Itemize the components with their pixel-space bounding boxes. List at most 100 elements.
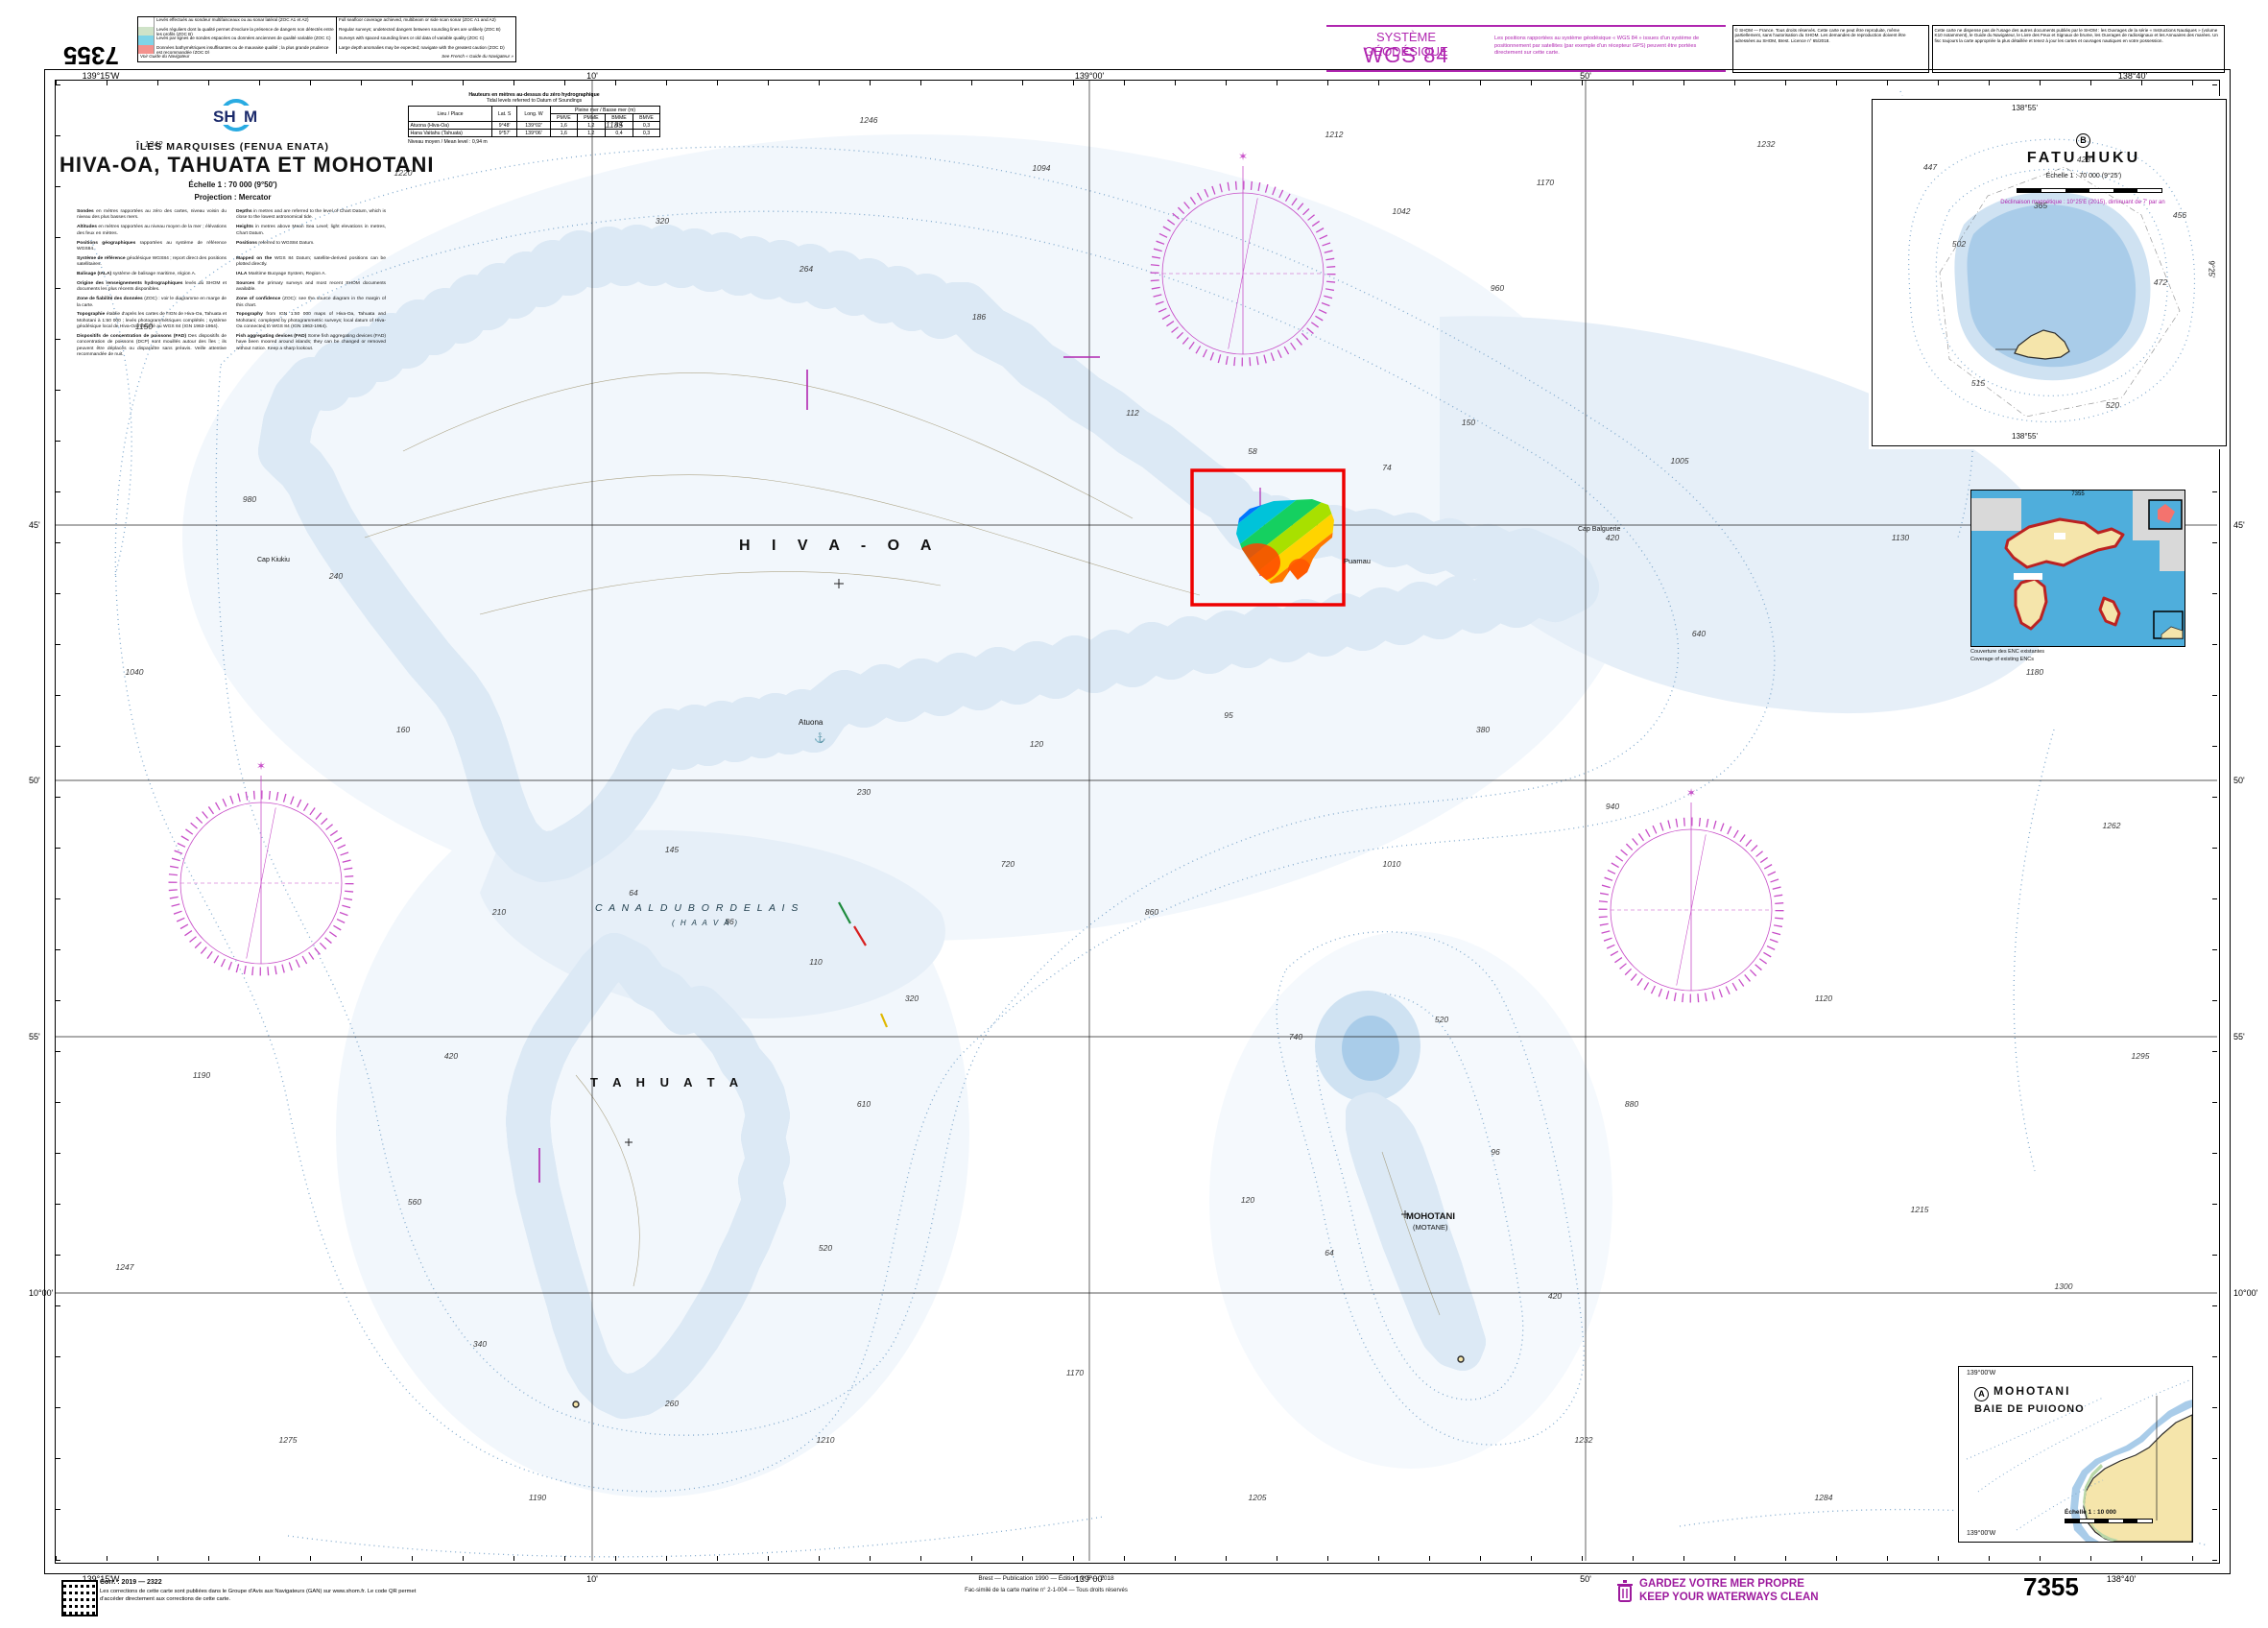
keep-clean-fr: GARDEZ VOTRE MER PROPRE (1639, 1578, 1804, 1591)
legend-footer-fr: Voir Guide du Navigateur (140, 54, 189, 59)
note-en: Sources the primary surveys and most rec… (236, 281, 386, 294)
graticule-label-left: 45' (29, 520, 40, 530)
place-label-cap-balguerie: Cap Balguerie (1578, 526, 1620, 533)
tide-lon: 139°02' (517, 122, 551, 130)
tide-table: Hauteurs en mètres au-dessus du zéro hyd… (408, 92, 660, 145)
keep-clean-en: KEEP YOUR WATERWAYS CLEAN (1639, 1592, 1819, 1604)
tide-title-en: Tidal levels referred to Datum of Soundi… (408, 98, 660, 104)
tide-value: 0,3 (633, 130, 660, 137)
note-en: Positions referred to WGS84 Datum. (236, 241, 386, 253)
inset-a-title: MOHOTANI (1993, 1384, 2070, 1398)
tide-row: Hana Vaitahu (Tahuata)9°57'139°06'1,61,2… (409, 130, 660, 137)
chart-subtitle: ÎLES MARQUISES (FENUA ENATA) (77, 141, 389, 153)
note-row: Positions géographiques rapportées au sy… (77, 241, 386, 253)
tide-col-place: Lieu / Place (409, 107, 492, 122)
tide-subheader: PMVE (550, 114, 577, 122)
legend-text-fr: Levés réguliers dont la qualité permet d… (155, 27, 336, 36)
note-en: Mapped on the WGS 84 Datum; satellite-de… (236, 256, 386, 269)
anchorage-icon: ⚓ (814, 733, 825, 744)
note-row: Altitudes en mètres rapportées au niveau… (77, 225, 386, 237)
trash-bin-icon (1616, 1579, 1634, 1604)
tide-value: 0,4 (605, 122, 633, 130)
note-fr: Système de référence géodésique WGS84 ; … (77, 256, 227, 269)
graticule-label-right: 10°00' (2233, 1288, 2257, 1298)
inset-b-soundings: 447423502472515520456365 (1873, 100, 2226, 445)
note-fr: Topographie établie d'après les cartes d… (77, 312, 227, 330)
sounding: 472 (2154, 277, 2167, 287)
graticule-label-top: 139°15'W (83, 71, 120, 81)
note-row: Balisage (IALA) système de balisage mari… (77, 272, 386, 277)
sounding: 365 (2034, 201, 2047, 210)
chart-notes: Sondes en mètres rapportées au zéro des … (77, 209, 386, 362)
place-label-puamau: Puamau (1344, 557, 1371, 565)
legend-text-en: Full seafloor coverage achieved, multibe… (336, 17, 515, 27)
note-en: Topography from IGN 1:50 000 maps of Hiv… (236, 312, 386, 330)
graticule-label-bottom: 50' (1580, 1574, 1591, 1584)
tide-col-lon: Long. W (517, 107, 551, 122)
island-label-hiva-oa: H I V A - O A (739, 538, 940, 555)
note-fr: Balisage (IALA) système de balisage mari… (77, 272, 227, 277)
note-fr: Zone de fiabilité des données (ZOC) : vo… (77, 297, 227, 309)
legend-text-en: Regular surveys; undetected dangers betw… (336, 27, 515, 36)
island-label-mohotani: MOHOTANI (1406, 1211, 1455, 1222)
inset-mohotani-bay: A MOHOTANI BAIE DE PUIOONO 139°00'W 139°… (1958, 1366, 2193, 1543)
chart-scale: Échelle 1 : 70 000 (9°50') (77, 180, 389, 189)
graticule-label-top: 50' (1580, 71, 1591, 81)
qr-code (61, 1580, 98, 1616)
note-row: Topographie établie d'après les cartes d… (77, 312, 386, 330)
corrections-label: Corr. : 2019 — 2322 (100, 1579, 162, 1586)
island-label-tahuata: T A H U A T A (590, 1075, 744, 1089)
graticule-label-bottom: 10' (586, 1574, 598, 1584)
legend-row: Levés par lignes de sondes espacées ou d… (138, 36, 515, 45)
tide-row: Atuona (Hiva-Oa)9°48'139°02'1,61,20,40,3 (409, 122, 660, 130)
graticule-label-left: 55' (29, 1032, 40, 1041)
tide-value: 1,2 (577, 122, 605, 130)
note-en: Heights in metres above Mean Sea Level; … (236, 225, 386, 237)
chart-title: HIVA-OA, TAHUATA ET MOHOTANI (60, 153, 405, 178)
inset-enc-top-label: 7355 (1971, 491, 2184, 497)
tide-lat: 9°57' (492, 130, 517, 137)
tide-subheader: BMVE (633, 114, 660, 122)
legend-chip (138, 27, 155, 36)
legend-chip (138, 45, 155, 55)
note-en: IALA Maritime Buoyage System, Region A. (236, 272, 386, 277)
tide-value: 1,6 (550, 122, 577, 130)
place-label-atuona: Atuona (799, 718, 823, 727)
legend-row: Levés effectués au sondeur multifaisceau… (138, 17, 515, 27)
note-row: Sondes en mètres rapportées au zéro des … (77, 209, 386, 222)
tide-value: 1,2 (577, 130, 605, 137)
island-label-mohotani-alt: (MOTANE) (1413, 1223, 1448, 1232)
tick-band-left (56, 81, 60, 1561)
graticule-label-right: 55' (2233, 1032, 2245, 1041)
inset-a-subtitle: BAIE DE PUIOONO (1974, 1403, 2085, 1415)
note-row: Dispositifs de concentration de poissons… (77, 334, 386, 359)
inset-a-scale-bar (2065, 1519, 2153, 1523)
source-legend-box: Levés effectués au sondeur multifaisceau… (137, 16, 516, 62)
note-en: Zone of confidence (ZOC): see the source… (236, 297, 386, 309)
tick-band-top (56, 81, 2217, 85)
graticule-label-right: 50' (2233, 776, 2245, 785)
geodetic-note: Les positions rapportées au système géod… (1494, 36, 1720, 58)
shom-logo: SH M (203, 96, 265, 134)
note-en: Depths in metres and are referred to the… (236, 209, 386, 222)
inset-enc-coverage: 7355 (1970, 490, 2185, 647)
legend-footer-en: See French « Guide du Navigateur » (442, 54, 513, 59)
corrections-text: Les corrections de cette carte sont publ… (100, 1589, 417, 1604)
graticule-label-left: 10°00' (29, 1288, 53, 1298)
legend-text-fr: Levés effectués au sondeur multifaisceau… (155, 17, 336, 27)
chart-number-top-left: 7355 (63, 40, 119, 70)
geodetic-datum-box: SYSTÈME GÉODÉSIQUE WGS 84 Les positions … (1326, 25, 1726, 72)
legend-chip (138, 17, 155, 27)
graticule-label-left: 50' (29, 776, 40, 785)
copyright-box: © SHOM — France. Tous droits réservés. C… (1732, 25, 1929, 73)
note-fr: Origine des renseignements hydrographiqu… (77, 281, 227, 294)
svg-text:SH: SH (213, 108, 236, 126)
note-fr: Dispositifs de concentration de poissons… (77, 334, 227, 359)
svg-text:M: M (244, 108, 257, 126)
note-row: Système de référence géodésique WGS84 ; … (77, 256, 386, 269)
legend-text-en: Large depth anomalies may be expected; n… (336, 45, 515, 55)
tide-col-lat: Lat. S (492, 107, 517, 122)
inset-a-lon-top: 139°00'W (1967, 1370, 1995, 1377)
tide-value: 1,6 (550, 130, 577, 137)
inset-enc-caption-fr: Couverture des ENC existantes (1970, 649, 2044, 655)
